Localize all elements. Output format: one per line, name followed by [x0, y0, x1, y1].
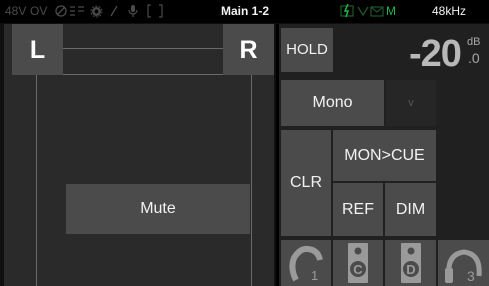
- speaker-c-icon: C: [348, 243, 368, 283]
- headphone-1-icon: 1: [289, 245, 323, 283]
- phase-icon: [55, 5, 67, 17]
- level-decimal: .0: [468, 50, 480, 66]
- mail-icon: [370, 5, 384, 17]
- settings-icon: [90, 5, 103, 18]
- right-channel-button[interactable]: R: [223, 24, 274, 75]
- level-value: -20: [409, 33, 462, 75]
- svg-text:1: 1: [311, 268, 318, 283]
- input-routing-icon: [69, 5, 85, 17]
- mono-button[interactable]: Mono: [281, 80, 384, 126]
- headphone-3-icon: 3: [444, 249, 482, 284]
- sample-rate: 48kHz: [432, 4, 467, 18]
- channel-title: Main 1-2: [221, 4, 270, 18]
- brackets-icon: [147, 4, 163, 18]
- speaker-d-icon: D: [400, 243, 421, 283]
- speaker-d-button[interactable]: D: [385, 240, 436, 286]
- microphone-icon: [127, 4, 139, 18]
- svg-text:C: C: [353, 262, 363, 277]
- master-indicator: M: [386, 4, 396, 18]
- usb-icon: [357, 5, 369, 17]
- hold-button[interactable]: HOLD: [281, 28, 333, 72]
- phantom-48v-indicator: 48V: [5, 4, 27, 18]
- clear-button[interactable]: CLR: [281, 130, 331, 236]
- power-icon: [340, 3, 354, 18]
- control-panel: HOLD -20 dB .0 Mono v CLR MON>CUE REF DI…: [279, 24, 489, 286]
- ref-button[interactable]: REF: [333, 183, 383, 236]
- speaker-c-button[interactable]: C: [333, 240, 383, 286]
- svg-text:3: 3: [467, 268, 475, 284]
- mon-cue-button[interactable]: MON>CUE: [333, 130, 436, 181]
- level-unit: dB: [467, 36, 481, 48]
- status-bar: 48V OV Main 1-2 M 48kHz: [0, 0, 489, 23]
- mute-button[interactable]: Mute: [66, 184, 250, 234]
- svg-text:D: D: [406, 262, 415, 277]
- overload-indicator: OV: [30, 4, 48, 18]
- left-channel-button[interactable]: L: [12, 24, 63, 75]
- routing-frame: [36, 74, 252, 286]
- routing-line-top: [53, 48, 223, 49]
- routing-panel: L R Mute: [4, 24, 274, 286]
- headphone-1-button[interactable]: 1: [281, 240, 331, 286]
- slash-icon: [110, 5, 118, 17]
- mono-dropdown-button[interactable]: v: [386, 80, 436, 126]
- dim-button[interactable]: DIM: [385, 183, 436, 236]
- headphone-3-button[interactable]: 3: [438, 240, 489, 286]
